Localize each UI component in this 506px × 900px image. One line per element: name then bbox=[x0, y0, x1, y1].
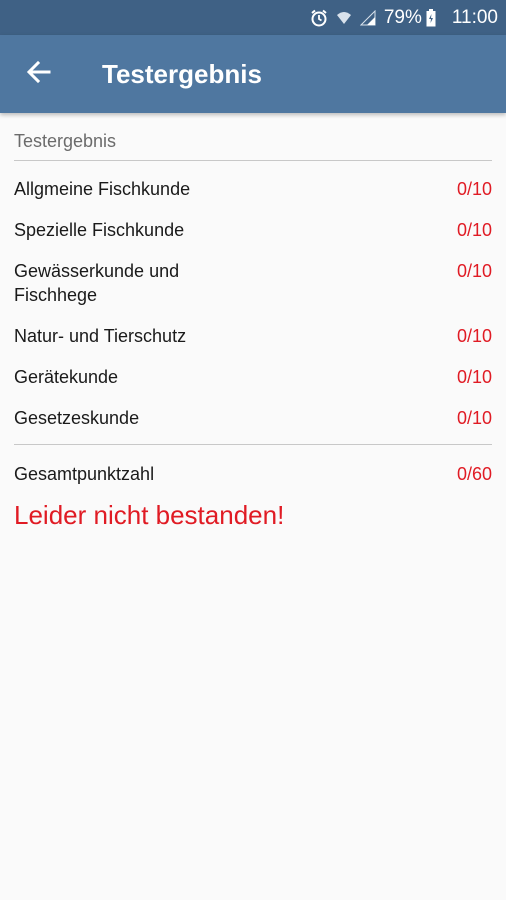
result-row: Gerätekunde 0/10 bbox=[14, 365, 492, 389]
battery-percent: 79% bbox=[383, 6, 422, 28]
result-row: Natur- und Tierschutz 0/10 bbox=[14, 324, 492, 348]
category-label: Spezielle Fischkunde bbox=[14, 220, 185, 240]
alarm-icon bbox=[310, 9, 328, 27]
page-title: Testergebnis bbox=[102, 58, 262, 89]
category-score: 0/10 bbox=[456, 179, 492, 199]
result-row: Allgmeine Fischkunde 0/10 bbox=[14, 177, 492, 201]
category-label: Natur- und Tierschutz bbox=[14, 326, 187, 346]
category-label: Gesetzeskunde bbox=[14, 408, 140, 428]
category-score: 0/10 bbox=[456, 220, 492, 240]
category-score: 0/10 bbox=[456, 367, 492, 387]
verdict-text: Leider nicht bestanden! bbox=[14, 500, 285, 530]
category-score: 0/10 bbox=[456, 261, 492, 281]
category-score: 0/10 bbox=[456, 408, 492, 428]
status-bar: 79% 11:00 bbox=[0, 0, 506, 35]
result-content: Testergebnis Allgmeine Fischkunde 0/10 S… bbox=[0, 113, 506, 900]
category-label: Gewässerkunde und Fischhege bbox=[14, 261, 180, 305]
divider bbox=[14, 444, 492, 445]
result-row: Spezielle Fischkunde 0/10 bbox=[14, 218, 492, 242]
app-bar: Testergebnis bbox=[0, 35, 506, 113]
arrow-left-icon bbox=[26, 59, 52, 90]
total-row: Gesamtpunktzahl 0/60 bbox=[14, 462, 492, 486]
signal-icon bbox=[359, 9, 376, 26]
wifi-icon bbox=[336, 10, 352, 26]
category-score: 0/10 bbox=[456, 326, 492, 346]
result-row: Gesetzeskunde 0/10 bbox=[14, 406, 492, 430]
result-row: Gewässerkunde und Fischhege 0/10 bbox=[14, 259, 492, 307]
total-label: Gesamtpunktzahl bbox=[14, 464, 155, 484]
category-label: Gerätekunde bbox=[14, 367, 119, 387]
battery-icon bbox=[426, 8, 436, 27]
total-score: 0/60 bbox=[456, 464, 492, 484]
section-header: Testergebnis bbox=[14, 113, 492, 161]
clock: 11:00 bbox=[451, 6, 498, 28]
back-button[interactable] bbox=[0, 35, 78, 113]
category-label: Allgmeine Fischkunde bbox=[14, 179, 191, 199]
